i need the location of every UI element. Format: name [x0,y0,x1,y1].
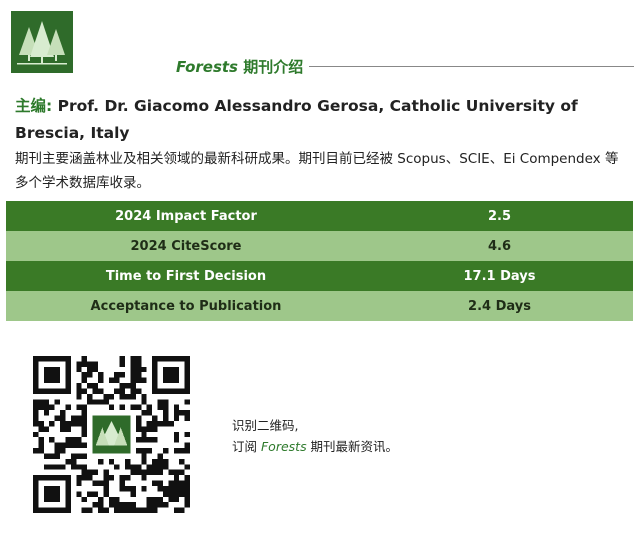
metric-name: 2024 Impact Factor [115,208,257,224]
editor-in-chief: 主编: Prof. Dr. Giacomo Alessandro Gerosa,… [15,93,627,147]
qr-code-icon[interactable] [33,356,190,513]
editor-name: Prof. Dr. Giacomo Alessandro Gerosa, Cat… [15,97,578,142]
editor-label: 主编: [15,97,53,115]
qr-caption-line2: 订阅 Forests 期刊最新资讯。 [232,439,399,454]
qr-caption-line1: 识别二维码, [232,418,299,433]
qr-caption: 识别二维码, 订阅 Forests 期刊最新资讯。 [232,415,398,457]
journal-intro-header: Forests 期刊介绍 [176,55,634,77]
metric-name: 2024 CiteScore [130,238,242,254]
journal-intro-title: Forests 期刊介绍 [176,57,304,76]
metric-row-citescore: 2024 CiteScore 4.6 [6,231,633,261]
header-divider [309,65,634,67]
metric-name: Time to First Decision [105,268,267,284]
metric-row-impact-factor: 2024 Impact Factor 2.5 [6,201,633,231]
metric-row-acceptance: Acceptance to Publication 2.4 Days [6,291,633,321]
metric-value: 4.6 [487,238,512,254]
metric-value: 17.1 Days [463,268,536,284]
metric-value: 2.5 [487,208,512,224]
metric-row-first-decision: Time to First Decision 17.1 Days [6,261,633,291]
metric-name: Acceptance to Publication [90,298,282,314]
forests-logo-icon [11,11,73,73]
metrics-table: 2024 Impact Factor 2.5 2024 CiteScore 4.… [6,201,633,321]
metric-value: 2.4 Days [468,298,531,314]
journal-description: 期刊主要涵盖林业及相关领域的最新科研成果。期刊目前已经被 Scopus、SCIE… [15,151,619,191]
